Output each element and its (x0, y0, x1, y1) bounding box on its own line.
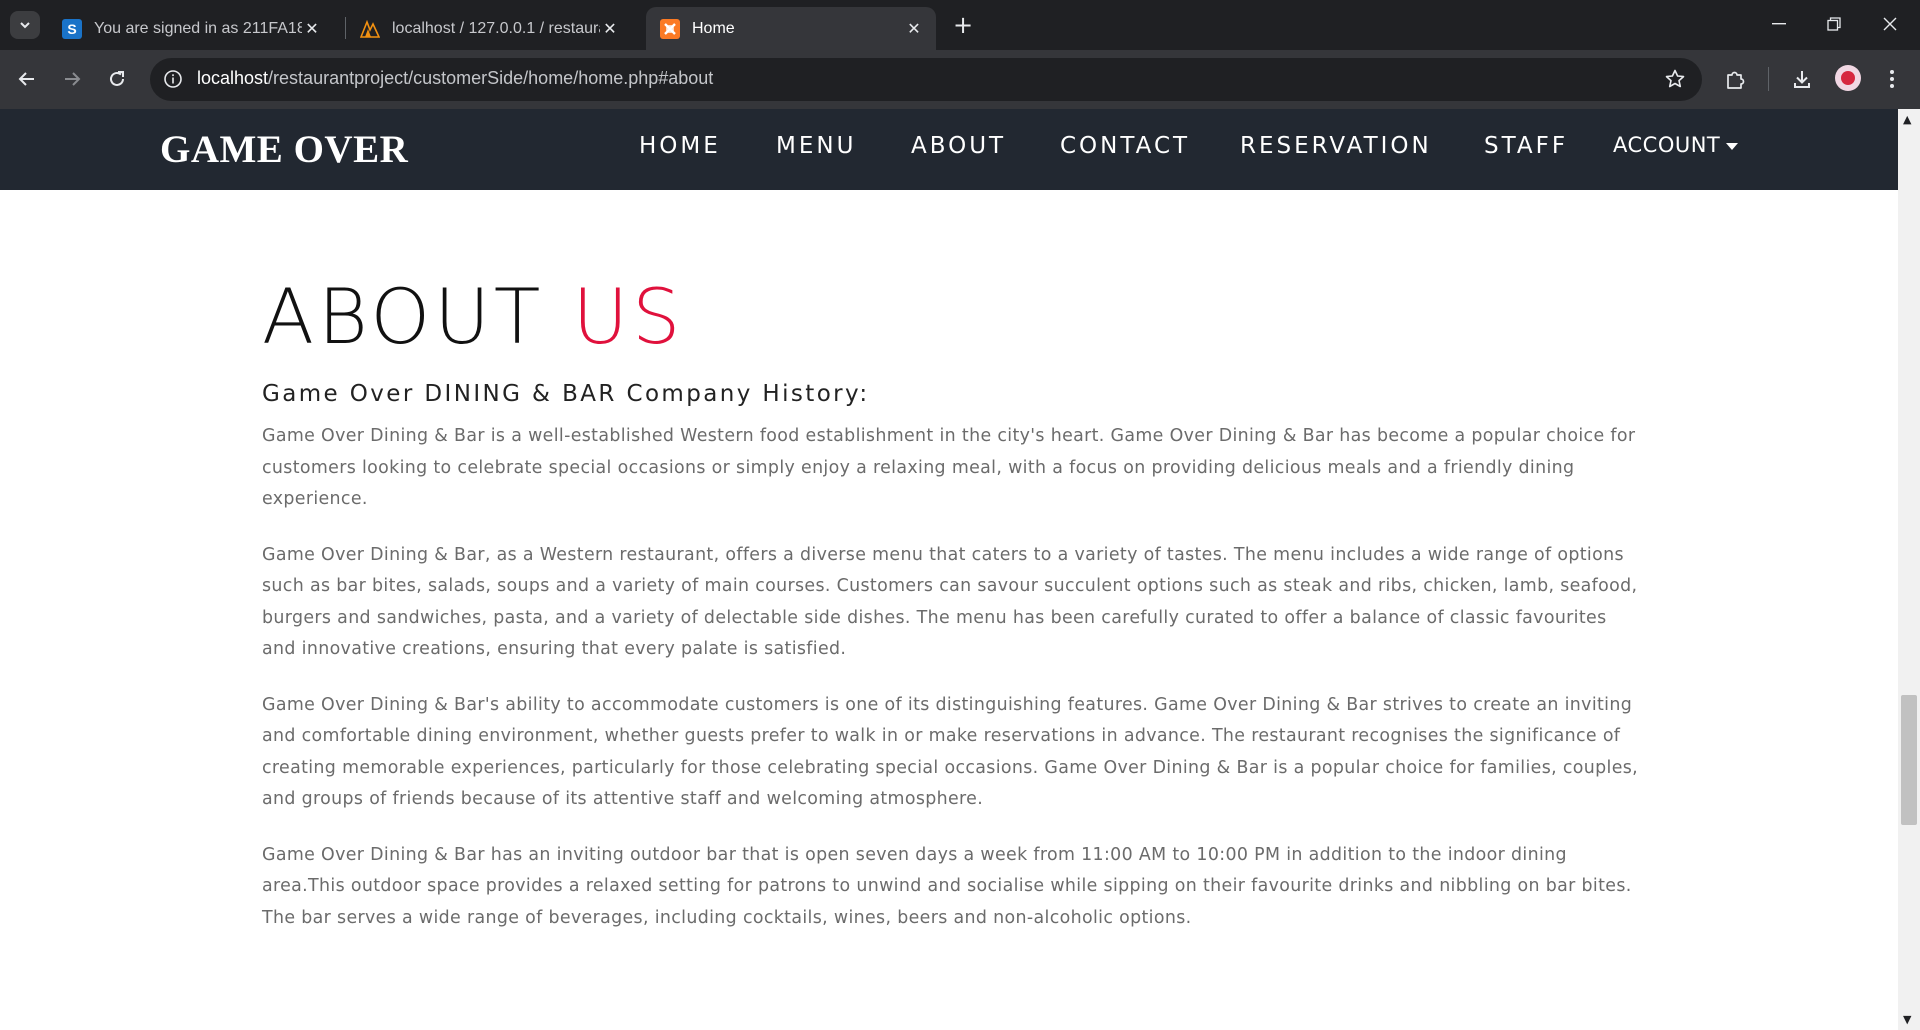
downloads-icon[interactable] (1786, 63, 1818, 95)
profile-avatar-icon (1841, 71, 1855, 85)
nav-link-staff[interactable]: STAFF (1484, 133, 1568, 159)
tab-title: localhost / 127.0.0.1 / restauran (392, 19, 600, 37)
restore-icon[interactable] (1811, 8, 1857, 40)
browser-tab-1[interactable]: S You are signed in as 211FA1801 ✕ (48, 7, 334, 50)
address-bar[interactable]: localhost/restaurantproject/customerSide… (150, 58, 1702, 101)
chevron-down-icon (20, 22, 30, 29)
window-close-icon[interactable] (1867, 8, 1913, 40)
about-paragraph-1: Game Over Dining & Bar is a well-establi… (262, 426, 1636, 509)
nav-link-home[interactable]: HOME (639, 133, 721, 159)
site-logo[interactable]: GAME OVER (160, 127, 408, 172)
s-icon: S (62, 18, 82, 39)
extensions-puzzle-icon[interactable] (1720, 63, 1752, 95)
browser-toolbar: localhost/restaurantproject/customerSide… (0, 50, 1920, 109)
new-tab-plus-icon[interactable]: + (950, 11, 976, 39)
site-info-icon[interactable] (162, 68, 184, 90)
about-heading-accent: US (572, 272, 685, 361)
browser-tab-3[interactable]: Home ✕ (646, 7, 936, 50)
about-paragraph-2: Game Over Dining & Bar, as a Western res… (262, 544, 1638, 660)
url-host: localhost (197, 68, 269, 88)
account-dropdown[interactable]: ACCOUNT (1613, 133, 1739, 157)
nav-link-contact[interactable]: CONTACT (1060, 133, 1190, 159)
url-text[interactable]: localhost/restaurantproject/customerSide… (197, 68, 713, 89)
back-arrow-icon[interactable] (12, 64, 42, 94)
bookmark-star-icon[interactable] (1664, 68, 1686, 90)
nav-link-about[interactable]: ABOUT (911, 133, 1006, 159)
toolbar-divider (1768, 67, 1769, 91)
close-icon[interactable]: ✕ (904, 19, 924, 39)
about-heading-main: ABOUT (262, 272, 545, 361)
tab-search-button[interactable] (10, 11, 40, 39)
page-viewport: GAME OVER HOME MENU ABOUT CONTACT RESERV… (0, 109, 1898, 1030)
profile-avatar[interactable] (1835, 65, 1861, 91)
url-path: /restaurantproject/customerSide/home/hom… (268, 68, 714, 88)
about-subheading: Game Over DINING & BAR Company History: (262, 381, 870, 407)
caret-down-icon (1726, 142, 1739, 150)
scroll-down-arrow-icon[interactable]: ▼ (1903, 1013, 1911, 1026)
scrollbar-thumb[interactable] (1901, 695, 1917, 825)
phpmyadmin-icon (360, 19, 380, 39)
page-scrollbar[interactable]: ▲ ▼ (1898, 109, 1920, 1030)
about-heading: ABOUT US (262, 279, 1642, 355)
tab-title: You are signed in as 211FA1801 (94, 19, 302, 37)
browser-tab-2[interactable]: localhost / 127.0.0.1 / restauran ✕ (346, 7, 632, 50)
forward-arrow-icon[interactable] (57, 64, 87, 94)
about-paragraph-3: Game Over Dining & Bar's ability to acco… (262, 694, 1639, 810)
more-options-icon[interactable] (1876, 63, 1908, 95)
tab-title: Home (692, 19, 735, 37)
reload-icon[interactable] (102, 64, 132, 94)
nav-link-reservation[interactable]: RESERVATION (1240, 133, 1432, 159)
close-icon[interactable]: ✕ (600, 19, 620, 39)
browser-tab-strip: S You are signed in as 211FA1801 ✕ local… (0, 0, 1920, 50)
minimize-icon[interactable] (1756, 8, 1802, 40)
account-label: ACCOUNT (1613, 133, 1721, 157)
xampp-icon (660, 18, 680, 39)
about-paragraph-4: Game Over Dining & Bar has an inviting o… (262, 844, 1632, 928)
scroll-up-arrow-icon[interactable]: ▲ (1903, 113, 1911, 126)
nav-link-menu[interactable]: MENU (776, 133, 856, 159)
site-navbar: GAME OVER HOME MENU ABOUT CONTACT RESERV… (0, 109, 1898, 190)
about-section: ABOUT US Game Over DINING & BAR Company … (262, 279, 1642, 934)
close-icon[interactable]: ✕ (302, 19, 322, 39)
